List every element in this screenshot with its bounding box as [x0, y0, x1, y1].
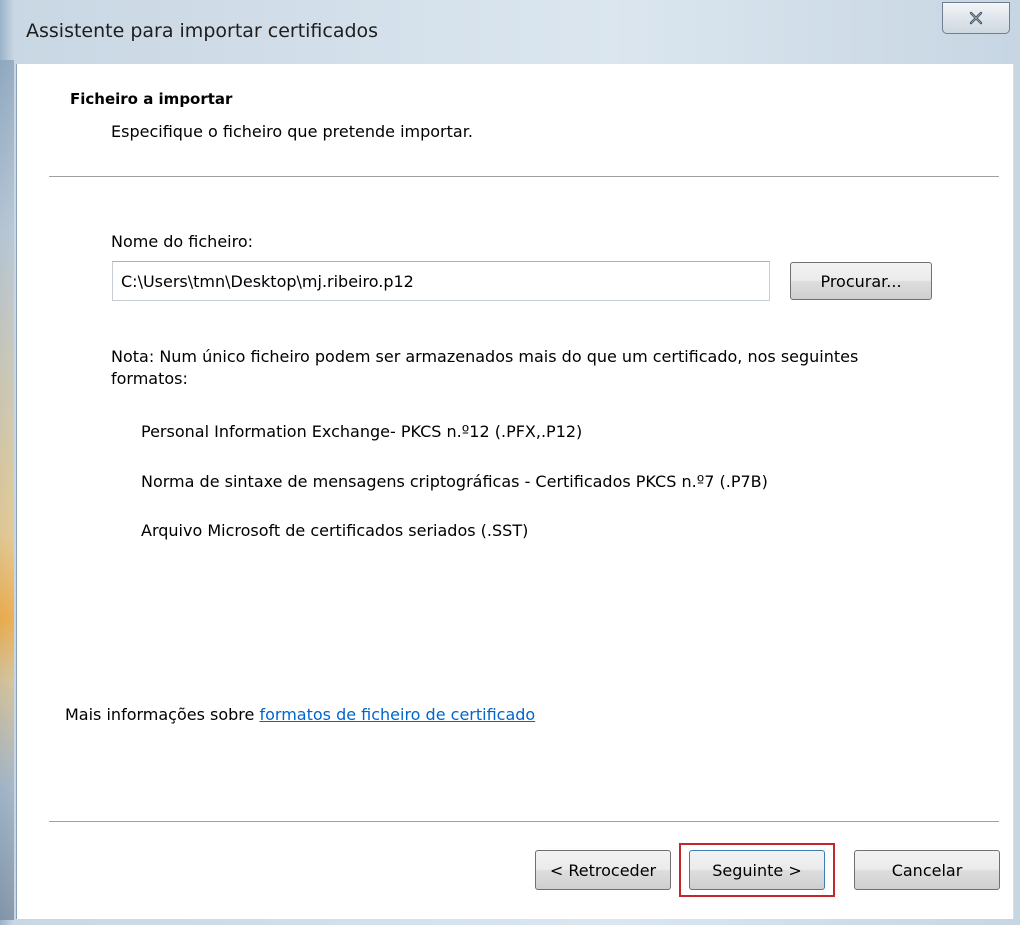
format-item-sst: Arquivo Microsoft de certificados seriad… — [141, 521, 529, 540]
next-button[interactable]: Seguinte > — [689, 850, 825, 890]
title-bar[interactable]: Assistente para importar certificados — [0, 0, 1020, 64]
format-item-p7b: Norma de sintaxe de mensagens criptográf… — [141, 472, 768, 491]
page-title: Ficheiro a importar — [70, 90, 233, 108]
next-button-highlight: Seguinte > — [679, 843, 835, 897]
certificate-formats-link[interactable]: formatos de ficheiro de certificado — [259, 705, 535, 724]
header-divider — [49, 176, 999, 178]
window-frame-edge — [0, 60, 14, 920]
wizard-window: Assistente para importar certificados Fi… — [0, 0, 1020, 925]
window-title: Assistente para importar certificados — [26, 20, 379, 42]
close-icon — [968, 11, 984, 25]
close-button[interactable] — [942, 2, 1010, 34]
formats-note: Nota: Num único ficheiro podem ser armaz… — [111, 347, 859, 388]
more-info-prefix: Mais informações sobre — [65, 705, 260, 724]
filename-input[interactable] — [112, 261, 770, 301]
cancel-button[interactable]: Cancelar — [854, 850, 1000, 890]
browse-button[interactable]: Procurar... — [790, 262, 932, 300]
footer-divider — [49, 821, 999, 823]
wizard-content: Ficheiro a importar Especifique o fichei… — [16, 64, 1014, 919]
back-button[interactable]: < Retroceder — [535, 850, 671, 890]
page-subtitle: Especifique o ficheiro que pretende impo… — [111, 122, 473, 141]
filename-label: Nome do ficheiro: — [111, 232, 254, 251]
more-info-text: Mais informações sobre formatos de fiche… — [65, 705, 535, 724]
format-item-pfx: Personal Information Exchange- PKCS n.º1… — [141, 422, 583, 441]
